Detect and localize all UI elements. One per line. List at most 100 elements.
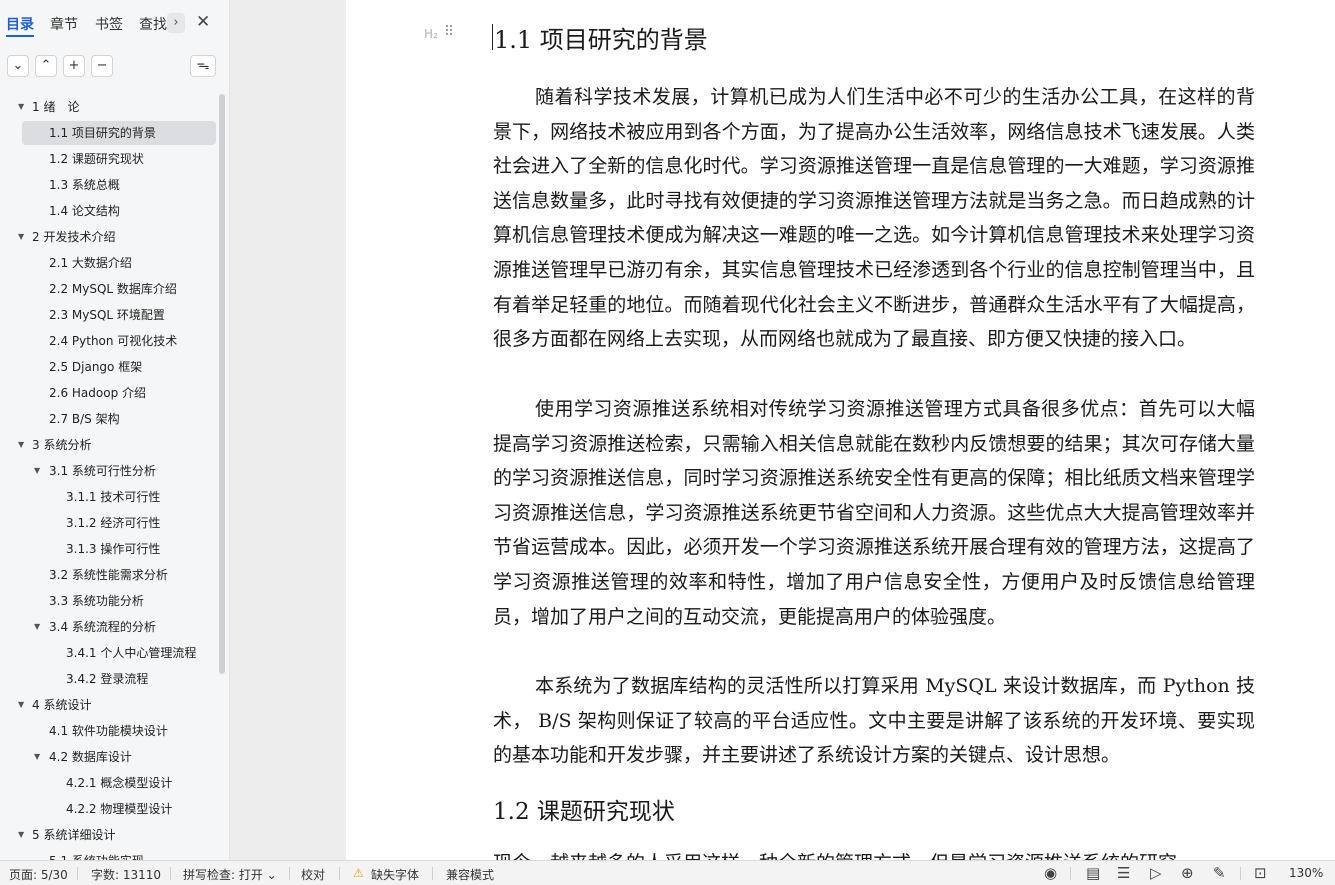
- toc-item[interactable]: 3.2 系统性能需求分析: [0, 562, 229, 588]
- paragraph-1[interactable]: 随着科学技术发展，计算机已成为人们生活中必不可少的生活办公工具，在这样的背景下，…: [493, 80, 1255, 357]
- divider: [432, 867, 433, 880]
- toc-item-label: 2.3 MySQL 环境配置: [49, 308, 165, 322]
- toc-item-label: 1.4 论文结构: [49, 204, 120, 218]
- expand-button[interactable]: ⌃: [35, 55, 57, 77]
- toc-item[interactable]: 2.1 大数据介绍: [0, 250, 229, 276]
- page-indicator[interactable]: 页面: 5/30: [9, 866, 68, 883]
- toc-item[interactable]: 5.1 系统功能实现: [0, 848, 229, 860]
- chevron-down-icon: ⌄: [12, 58, 24, 73]
- toc-item[interactable]: 1.2 课题研究现状: [0, 146, 229, 172]
- toc-item[interactable]: 4.1 软件功能模块设计: [0, 718, 229, 744]
- fit-icon[interactable]: ⊡: [1254, 864, 1267, 882]
- heading-1-2[interactable]: 1.2 课题研究现状: [493, 792, 675, 826]
- expand-caret-icon[interactable]: ▼: [18, 692, 24, 718]
- toc-item-label: 4.2.2 物理模型设计: [66, 802, 173, 816]
- toc-item-label: 2.4 Python 可视化技术: [49, 334, 178, 348]
- tabs-more-icon[interactable]: ›: [167, 13, 185, 33]
- toc-item-label: 3.4.2 登录流程: [66, 672, 149, 686]
- toc-item-label: 3 系统分析: [32, 438, 92, 452]
- close-pane-icon[interactable]: ✕: [196, 12, 210, 32]
- toc-item[interactable]: 3.4.1 个人中心管理流程: [0, 640, 229, 666]
- tab-find[interactable]: 查找: [139, 14, 167, 34]
- toc-item[interactable]: ▼ 3 系统分析: [0, 432, 229, 458]
- remove-heading-button[interactable]: −: [91, 55, 113, 77]
- expand-caret-icon[interactable]: ▼: [18, 822, 24, 848]
- spell-check-toggle[interactable]: 拼写检查: 打开 ⌄: [183, 866, 277, 883]
- collapse-all-button[interactable]: ⌄: [7, 55, 29, 77]
- paragraph-3[interactable]: 本系统为了数据库结构的灵活性所以打算采用 MySQL 来设计数据库，而 Pyth…: [493, 669, 1255, 773]
- toc-item[interactable]: 2.7 B/S 架构: [0, 406, 229, 432]
- toc-scrollbar[interactable]: [219, 94, 225, 674]
- drag-handle-icon[interactable]: ⠿: [444, 24, 454, 40]
- toc-item[interactable]: 3.3 系统功能分析: [0, 588, 229, 614]
- page-gutter: [230, 0, 346, 860]
- outline-view-icon[interactable]: ☰: [1117, 864, 1130, 882]
- toc-item-label: 3.1.3 操作可行性: [66, 542, 161, 556]
- paragraph-peek[interactable]: 现今，越来越多的人采用这样一种全新的管理方式，但是学习资源推送系统的研究: [493, 846, 1255, 860]
- toc-item[interactable]: 3.4.2 登录流程: [0, 666, 229, 692]
- toc-item[interactable]: 1.3 系统总概: [0, 172, 229, 198]
- expand-caret-icon[interactable]: ▼: [34, 458, 40, 484]
- toc-item[interactable]: 4.2.1 概念模型设计: [0, 770, 229, 796]
- divider: [339, 867, 340, 880]
- eye-icon[interactable]: ◉: [1044, 864, 1057, 882]
- toc-item[interactable]: ▼ 4 系统设计: [0, 692, 229, 718]
- toc-item-label: 2.6 Hadoop 介绍: [49, 386, 147, 400]
- toc-item[interactable]: 3.1.1 技术可行性: [0, 484, 229, 510]
- missing-font-button[interactable]: 缺失字体: [371, 866, 419, 883]
- toc-item-label: 4.1 软件功能模块设计: [49, 724, 168, 738]
- toc-item-label: 2.7 B/S 架构: [49, 412, 120, 426]
- toc-item[interactable]: 2.4 Python 可视化技术: [0, 328, 229, 354]
- toc-item[interactable]: ▼ 1 绪 论: [0, 94, 229, 120]
- toc-item-label: 4.2.1 概念模型设计: [66, 776, 173, 790]
- toc-item[interactable]: ▼ 2 开发技术介绍: [0, 224, 229, 250]
- toc-style-button[interactable]: ᯓ: [190, 55, 216, 77]
- expand-caret-icon[interactable]: ▼: [18, 432, 24, 458]
- expand-caret-icon[interactable]: ▼: [34, 744, 40, 770]
- toc-item[interactable]: ▼ 3.4 系统流程的分析: [0, 614, 229, 640]
- tab-toc[interactable]: 目录: [6, 14, 34, 34]
- toc-item[interactable]: ▼ 5 系统详细设计: [0, 822, 229, 848]
- toc-item[interactable]: ▼ 3.1 系统可行性分析: [0, 458, 229, 484]
- web-icon[interactable]: ⊕: [1181, 864, 1194, 882]
- word-count[interactable]: 字数: 13110: [91, 866, 161, 883]
- tab-chapters[interactable]: 章节: [50, 14, 78, 34]
- expand-caret-icon[interactable]: ▼: [18, 94, 24, 120]
- compat-mode-label: 兼容模式: [446, 868, 495, 882]
- paragraph-2[interactable]: 使用学习资源推送系统相对传统学习资源推送管理方式具备很多优点：首先可以大幅提高学…: [493, 392, 1255, 634]
- toc-item-label: 3.4 系统流程的分析: [49, 620, 156, 634]
- toc-item[interactable]: 4.2.2 物理模型设计: [0, 796, 229, 822]
- zoom-level[interactable]: 130%: [1289, 866, 1323, 880]
- toc-item[interactable]: ▼ 4.2 数据库设计: [0, 744, 229, 770]
- warning-icon: ⚠: [353, 866, 364, 880]
- toc-item[interactable]: 3.1.3 操作可行性: [0, 536, 229, 562]
- toc-item[interactable]: 1.4 论文结构: [0, 198, 229, 224]
- status-bar: 页面: 5/30 字数: 13110 拼写检查: 打开 ⌄ 校对 ⚠ 缺失字体 …: [0, 860, 1335, 885]
- heading-1-1[interactable]: 1.1 项目研究的背景: [494, 20, 708, 55]
- tab-bookmarks[interactable]: 书签: [95, 14, 123, 34]
- toc-item-label: 3.1.1 技术可行性: [66, 490, 161, 504]
- play-icon[interactable]: ▷: [1150, 864, 1162, 882]
- proofread-button[interactable]: 校对: [301, 866, 325, 883]
- expand-caret-icon[interactable]: ▼: [34, 614, 40, 640]
- expand-caret-icon[interactable]: ▼: [18, 224, 24, 250]
- toc-item-label: 3.1.2 经济可行性: [66, 516, 161, 530]
- divider: [170, 867, 171, 880]
- toc-item[interactable]: 1.1 项目研究的背景: [0, 120, 229, 146]
- pen-icon[interactable]: ✎: [1213, 864, 1226, 882]
- page-view-icon[interactable]: ▤: [1086, 864, 1100, 882]
- add-heading-button[interactable]: +: [63, 55, 85, 77]
- toc-item-label: 4 系统设计: [32, 698, 92, 712]
- toc-item-label: 3.1 系统可行性分析: [49, 464, 156, 478]
- toc-item[interactable]: 3.1.2 经济可行性: [0, 510, 229, 536]
- toc-item[interactable]: 2.5 Django 框架: [0, 354, 229, 380]
- toc-item[interactable]: 2.3 MySQL 环境配置: [0, 302, 229, 328]
- heading-level-icon[interactable]: H₂: [424, 27, 438, 41]
- document-page[interactable]: H₂ ⠿ 1.1 项目研究的背景 随着科学技术发展，计算机已成为人们生活中必不可…: [346, 0, 1335, 860]
- toc-item-label: 1.1 项目研究的背景: [49, 126, 156, 140]
- toc-item[interactable]: 2.6 Hadoop 介绍: [0, 380, 229, 406]
- toc-item[interactable]: 2.2 MySQL 数据库介绍: [0, 276, 229, 302]
- divider: [77, 867, 78, 880]
- navigation-pane: 目录 章节 书签 查找 › ✕ ⌄ ⌃ + − ᯓ ▼ 1 绪 论 1.1 项目研究…: [0, 0, 230, 860]
- divider: [289, 867, 290, 880]
